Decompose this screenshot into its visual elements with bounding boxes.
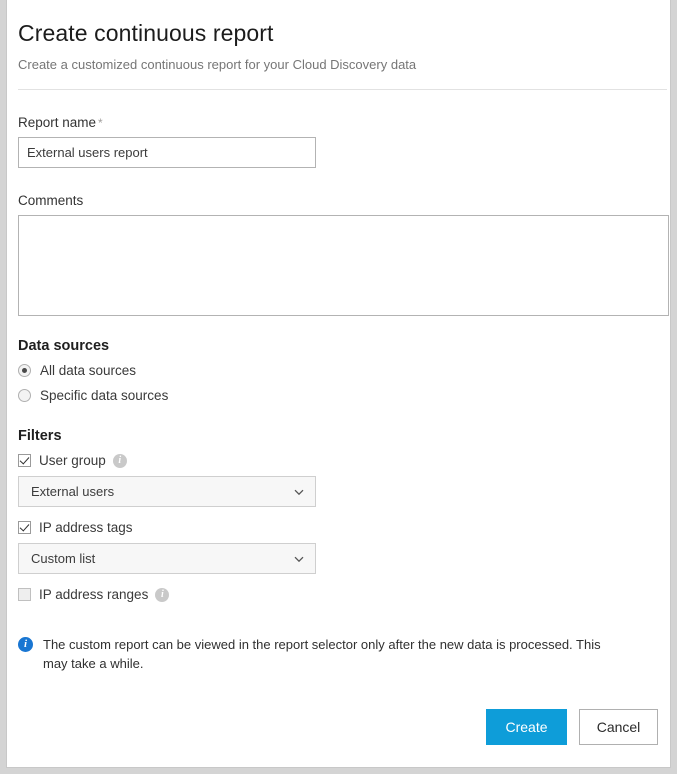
chevron-down-icon [293,486,305,498]
checkbox-user-group-label: User group [39,453,106,468]
comments-textarea[interactable] [18,215,669,316]
user-group-dropdown[interactable]: External users [18,476,316,507]
dialog-actions: Create Cancel [486,709,658,745]
report-name-label-text: Report name [18,115,96,130]
window-backdrop: Create continuous report Create a custom… [0,0,677,774]
page-title: Create continuous report [15,0,662,47]
processing-notice: i The custom report can be viewed in the… [15,635,662,673]
create-button[interactable]: Create [486,709,567,745]
report-name-input[interactable] [18,137,316,168]
checkbox-user-group[interactable]: User group i [15,450,662,471]
data-sources-heading: Data sources [15,338,662,354]
radio-specific-data-sources[interactable]: Specific data sources [15,385,662,406]
radio-selected-icon [18,364,31,377]
info-icon[interactable]: i [113,454,127,468]
radio-specific-data-sources-label: Specific data sources [40,388,168,403]
radio-all-data-sources[interactable]: All data sources [15,360,662,381]
report-name-field-group: Report name* [15,115,662,168]
checkbox-checked-icon [18,454,31,467]
chevron-down-icon [293,553,305,565]
processing-notice-text: The custom report can be viewed in the r… [43,635,603,673]
checkbox-ip-address-ranges-label: IP address ranges [39,587,148,602]
checkbox-ip-address-tags-label: IP address tags [39,520,133,535]
checkbox-ip-address-ranges[interactable]: IP address ranges i [15,584,662,605]
radio-unselected-icon [18,389,31,402]
report-name-label: Report name* [18,115,662,130]
ip-address-tags-dropdown-value: Custom list [31,551,95,566]
user-group-dropdown-value: External users [31,484,114,499]
info-circle-icon: i [18,637,33,652]
header-divider [18,89,667,90]
filters-heading: Filters [15,428,662,444]
dialog-content: Create continuous report Create a custom… [7,0,670,767]
cancel-button[interactable]: Cancel [579,709,658,745]
checkbox-checked-icon [18,521,31,534]
ip-address-tags-dropdown[interactable]: Custom list [18,543,316,574]
radio-all-data-sources-label: All data sources [40,363,136,378]
checkbox-unchecked-icon [18,588,31,601]
comments-label: Comments [18,193,662,208]
checkbox-ip-address-tags[interactable]: IP address tags [15,517,662,538]
required-indicator: * [98,116,103,130]
create-continuous-report-dialog: Create continuous report Create a custom… [6,0,671,768]
page-subtitle: Create a customized continuous report fo… [15,47,662,72]
comments-field-group: Comments [15,193,662,316]
info-icon[interactable]: i [155,588,169,602]
